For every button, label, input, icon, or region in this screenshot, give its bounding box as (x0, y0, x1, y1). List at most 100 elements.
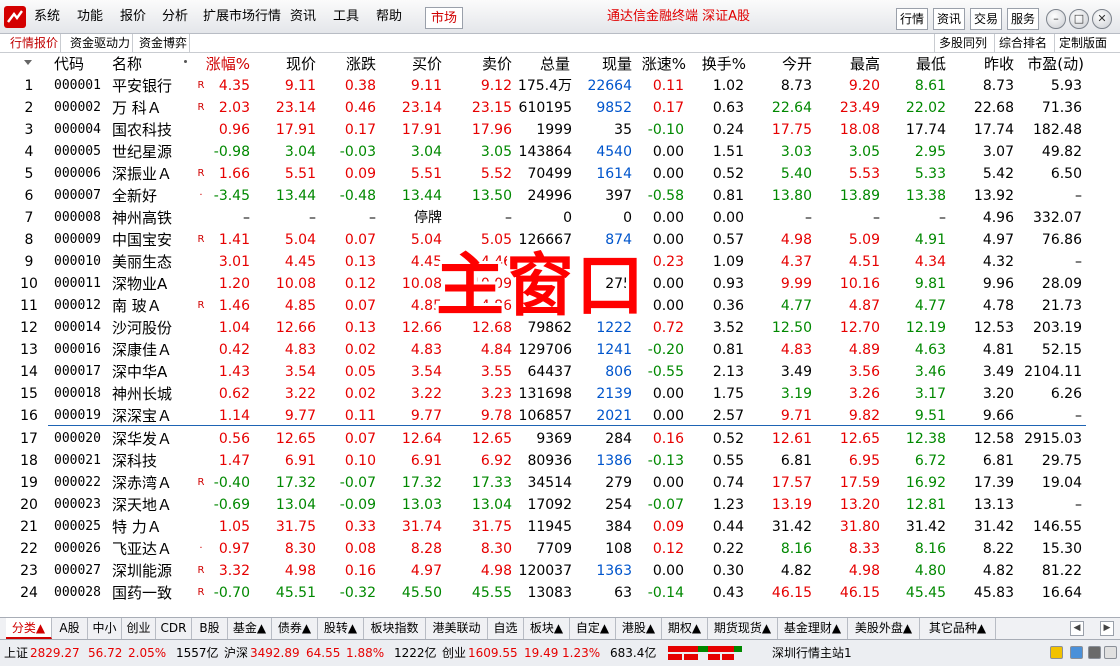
table-row[interactable]: 3 000004 国农科技 0.96 17.91 0.17 17.91 17.96 1999 35… (0, 119, 1120, 141)
vertical-scrollbar[interactable] (1100, 75, 1114, 615)
menu-quote[interactable]: 报价 (120, 0, 146, 34)
table-row[interactable]: 16 000019 深深宝Ａ 1.14 9.77 0.11 9.77 9.78 106857 20… (0, 405, 1120, 427)
col-header-bid[interactable]: 买价 (396, 53, 442, 75)
table-row[interactable]: 23 000027 深圳能源 R 3.32 4.98 0.16 4.97 4.98 120037 1… (0, 560, 1120, 582)
col-header-volume[interactable]: 总量 (524, 53, 570, 75)
menu-system[interactable]: 系统 (34, 0, 60, 34)
category-tab[interactable]: 债券▲ (272, 618, 318, 639)
tab-fund-game[interactable]: 资金博弈 (137, 34, 191, 53)
table-row[interactable]: 14 000017 深中华A 1.43 3.54 0.05 3.54 3.55 64437 806… (0, 361, 1120, 383)
col-header-price[interactable]: 现价 (270, 53, 316, 75)
maximize-button[interactable]: □ (1069, 9, 1089, 29)
table-row[interactable]: 18 000021 深科技 1.47 6.91 0.10 6.91 6.92 80936 1386… (0, 450, 1120, 472)
minimize-button[interactable]: – (1046, 9, 1066, 29)
category-tab[interactable]: 港美联动 (426, 618, 488, 639)
tab-scroll-left-button[interactable]: ◀ (1070, 621, 1084, 636)
category-tab[interactable]: 股转▲ (318, 618, 364, 639)
category-tab[interactable]: 板块▲ (524, 618, 570, 639)
col-header-change[interactable]: 涨跌 (330, 53, 376, 75)
table-row[interactable]: 21 000025 特 力Ａ 1.05 31.75 0.33 31.74 31.75 11945… (0, 516, 1120, 538)
tab-quote-list[interactable]: 行情报价 (8, 34, 62, 53)
menu-help[interactable]: 帮助 (376, 0, 402, 34)
table-row[interactable]: 5 000006 深振业Ａ R 1.66 5.51 0.09 5.51 5.52 70499 161… (0, 163, 1120, 185)
col-header-low[interactable]: 最低 (900, 53, 946, 75)
category-tab[interactable]: CDR (156, 618, 192, 639)
col-header-speed[interactable]: 涨速% (630, 53, 686, 75)
service-button[interactable]: 服务 (1007, 8, 1039, 30)
cy-index-label[interactable]: 创业 (442, 640, 466, 666)
tab-fund-drive[interactable]: 资金驱动力 (68, 34, 134, 53)
sort-direction-icon[interactable] (24, 60, 32, 65)
category-tab[interactable]: B股 (192, 618, 228, 639)
category-tab[interactable]: 创业 (122, 618, 156, 639)
cell-volume: 0 (563, 210, 572, 226)
menu-analysis[interactable]: 分析 (162, 0, 188, 34)
table-row[interactable]: 1 000001 平安银行 R 4.35 9.11 0.38 9.11 9.12 175.4万 22… (0, 75, 1120, 97)
cell-low: 3.17 (914, 386, 946, 402)
table-row[interactable]: 13 000016 深康佳Ａ 0.42 4.83 0.02 4.83 4.84 129706 12… (0, 339, 1120, 361)
col-header-name[interactable]: 名称 (112, 53, 142, 75)
connection-icon[interactable] (1088, 646, 1101, 659)
cell-name: 深华发Ａ (112, 430, 173, 448)
category-tab[interactable]: A股 (52, 618, 88, 639)
info-icon[interactable] (1070, 646, 1083, 659)
tab-multi-stock[interactable]: 多股同列 (934, 34, 987, 53)
cell-high: 12.65 (839, 431, 880, 447)
category-tab[interactable]: 基金▲ (228, 618, 272, 639)
trade-button[interactable]: 交易 (970, 8, 1002, 30)
cell-idx: 1 (24, 78, 34, 94)
category-tab[interactable]: 期货现货▲ (708, 618, 778, 639)
tab-custom-layout[interactable]: 定制版面 (1054, 34, 1107, 53)
menu-tools[interactable]: 工具 (333, 0, 359, 34)
category-tab[interactable]: 基金理财▲ (778, 618, 848, 639)
table-row[interactable]: 15 000018 神州长城 0.62 3.22 0.02 3.22 3.23 131698 21… (0, 383, 1120, 405)
cell-prev-close: 4.78 (982, 298, 1014, 314)
category-tab[interactable]: 自定▲ (570, 618, 616, 639)
col-header-pe[interactable]: 市盈(动) (1018, 53, 1084, 75)
table-row[interactable]: 20 000023 深天地Ａ -0.69 13.04 -0.09 13.03 13.04 170… (0, 494, 1120, 516)
category-tab[interactable]: 自选 (488, 618, 524, 639)
server-status[interactable]: 深圳行情主站1 (772, 640, 852, 666)
table-row[interactable]: 2 000002 万 科Ａ R 2.03 23.14 0.46 23.14 23.15 61019… (0, 97, 1120, 119)
table-row[interactable]: 17 000020 深华发Ａ 0.56 12.65 0.07 12.64 12.65 9369 2… (0, 428, 1120, 450)
category-tab[interactable]: 板块指数 (364, 618, 426, 639)
market-button[interactable]: 市场 (425, 7, 463, 29)
category-tab[interactable]: 中小 (88, 618, 122, 639)
category-tab[interactable]: 期权▲ (662, 618, 708, 639)
col-header-ask[interactable]: 卖价 (466, 53, 512, 75)
cell-pe: 182.48 (1033, 122, 1082, 138)
col-header-turnover[interactable]: 换手% (690, 53, 746, 75)
table-row[interactable]: 22 000026 飞亚达Ａ · 0.97 8.30 0.08 8.28 8.30 7709 108… (0, 538, 1120, 560)
col-header-prev-close[interactable]: 昨收 (968, 53, 1014, 75)
col-header-open[interactable]: 今开 (766, 53, 812, 75)
category-tab[interactable]: 港股▲ (616, 618, 662, 639)
col-header-cur-vol[interactable]: 现量 (586, 53, 632, 75)
col-header-high[interactable]: 最高 (834, 53, 880, 75)
table-row[interactable]: 7 000008 神州高铁 – – – 停牌 – 0 0 0.00 0.00 – – – 4.96 332.07 (0, 207, 1120, 229)
news-button[interactable]: 资讯 (933, 8, 965, 30)
cell-name: 深赤湾Ａ (112, 474, 173, 492)
table-row[interactable]: 6 000007 全新好 · -3.45 13.44 -0.48 13.44 13.50 2499… (0, 185, 1120, 207)
cell-turnover: 0.36 (712, 298, 744, 314)
app-logo-icon[interactable] (4, 6, 26, 28)
tab-overall-rank[interactable]: 综合排名 (994, 34, 1047, 53)
cell-low: 45.45 (905, 585, 946, 601)
col-header-change-pct[interactable]: 涨幅% (200, 53, 250, 75)
sh-index-label[interactable]: 上证 (4, 640, 28, 666)
close-button[interactable]: ✕ (1092, 9, 1112, 29)
menu-function[interactable]: 功能 (77, 0, 103, 34)
notification-icon[interactable] (1050, 646, 1063, 659)
table-row[interactable]: 24 000028 国药一致 R -0.70 45.51 -0.32 45.50 45.55 13… (0, 582, 1120, 604)
category-tab[interactable]: 美股外盘▲ (848, 618, 920, 639)
menu-news[interactable]: 资讯 (290, 0, 316, 34)
quote-button[interactable]: 行情 (896, 8, 928, 30)
table-row[interactable]: 4 000005 世纪星源 -0.98 3.04 -0.03 3.04 3.05 143864 4… (0, 141, 1120, 163)
sz-index-label[interactable]: 沪深 (224, 640, 248, 666)
table-row[interactable]: 19 000022 深赤湾Ａ R -0.40 17.32 -0.07 17.32 17.33 34… (0, 472, 1120, 494)
menu-extended-market[interactable]: 扩展市场行情 (203, 0, 281, 34)
settings-icon[interactable] (1104, 646, 1117, 659)
category-tab[interactable]: 分类▲ (6, 618, 52, 639)
tab-scroll-right-button[interactable]: ▶ (1100, 621, 1114, 636)
col-header-code[interactable]: 代码 (54, 53, 84, 75)
category-tab[interactable]: 其它品种▲ (920, 618, 996, 639)
